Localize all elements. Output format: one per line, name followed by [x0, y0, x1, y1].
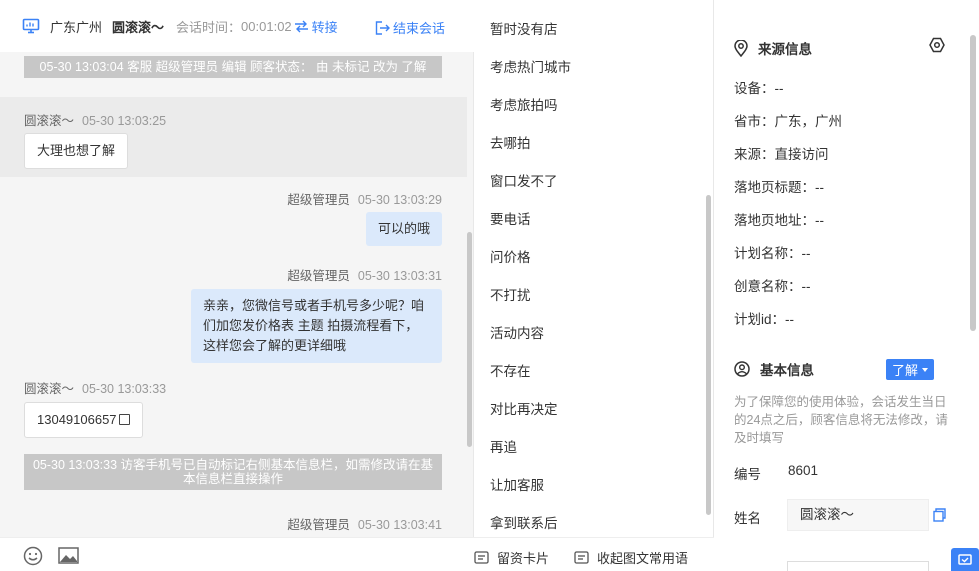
province-city-field: 省市：广东，广州 — [734, 114, 842, 129]
phrase-toolbar: 留资卡片 收起图文常用语 — [474, 537, 714, 571]
message-meta: 超级管理员 05-30 13:03:41 — [287, 514, 442, 533]
phrase-item[interactable]: 窗口发不了 — [490, 163, 571, 201]
message-meta: 超级管理员 05-30 13:03:29 — [287, 189, 442, 208]
basic-info-title: 基本信息 — [734, 359, 814, 379]
phrase-item[interactable]: 要电话 — [490, 201, 571, 239]
copy-icon[interactable] — [118, 414, 130, 425]
phone-number: 13049106657 — [37, 412, 117, 427]
plan-id-field: 计划id：-- — [734, 312, 794, 327]
transfer-button[interactable]: 转接 — [294, 17, 338, 36]
collapse-phrases-label: 收起图文常用语 — [597, 551, 689, 566]
landing-url-field: 落地页地址：-- — [734, 213, 824, 228]
chat-header: 广东广州 圆滚滚～ 会话时间： 00:01:02 转接 结束会话 — [0, 0, 474, 52]
phrase-item[interactable]: 活动内容 — [490, 315, 571, 353]
message-bubble: 大理也想了解 — [24, 133, 129, 169]
phrase-item[interactable]: 再追 — [490, 429, 571, 467]
copy-icon[interactable] — [933, 508, 946, 522]
image-icon[interactable] — [58, 547, 79, 564]
card-icon — [474, 551, 489, 564]
settings-icon[interactable] — [929, 37, 945, 53]
customer-status-label: 了解 — [892, 363, 919, 378]
message-sender: 圆滚滚～ — [24, 382, 75, 396]
message-bubble: 13049106657 — [24, 402, 143, 438]
lead-card-label: 留资卡片 — [497, 551, 550, 566]
message-sender: 超级管理员 — [287, 518, 350, 532]
message-time: 05-30 13:03:25 — [82, 114, 167, 128]
message-sender: 超级管理员 — [287, 193, 350, 207]
end-session-button[interactable]: 结束会话 — [375, 18, 445, 37]
plan-name-field: 计划名称：-- — [734, 246, 811, 261]
customer-status-dropdown[interactable]: 了解 — [886, 359, 935, 380]
phrase-item[interactable]: 考虑旅拍吗 — [490, 87, 571, 125]
message-meta: 超级管理员 05-30 13:03:31 — [287, 265, 442, 284]
name-label: 姓名 — [734, 511, 761, 526]
caret-down-icon — [922, 367, 929, 372]
session-time-label: 会话时间： — [176, 19, 242, 35]
phrase-scrollbar[interactable] — [706, 195, 711, 515]
source-field: 来源：直接访问 — [734, 147, 829, 162]
message-list[interactable]: 05-30 13:03:04 客服 超级管理员 编辑 顾客状态： 由 未标记 改… — [0, 52, 474, 537]
message-time: 05-30 13:03:31 — [357, 269, 442, 283]
landing-title-field: 落地页标题：-- — [734, 180, 824, 195]
visitor-info-panel: 来源信息 设备：-- 省市：广东，广州 来源：直接访问 落地页标题：-- 落地页… — [714, 0, 979, 571]
chat-icon — [958, 554, 972, 565]
message-bubble: 亲亲，您微信号或者手机号多少呢？咱们加您发价格表 主题 拍摄流程看下，这样您会了… — [191, 289, 442, 363]
phrase-item[interactable]: 考虑热门城市 — [490, 49, 571, 87]
phrase-item[interactable]: 去哪拍 — [490, 125, 571, 163]
visitor-location: 广东广州 — [50, 19, 103, 35]
message-icon — [574, 551, 589, 564]
phrase-item[interactable]: 不存在 — [490, 353, 571, 391]
session-time: 00:01:02 — [241, 18, 292, 34]
id-label: 编号 — [734, 467, 761, 482]
incoming-message: 圆滚滚～ 05-30 13:03:25 大理也想了解 — [0, 97, 467, 177]
transfer-label: 转接 — [311, 19, 338, 35]
source-info-title: 来源信息 — [734, 38, 812, 58]
collapse-phrases-button[interactable]: 收起图文常用语 — [574, 548, 688, 567]
chat-panel: 广东广州 圆滚滚～ 会话时间： 00:01:02 转接 结束会话 05-30 1… — [0, 0, 474, 571]
name-input[interactable]: 圆滚滚～ — [787, 499, 929, 531]
message-time: 05-30 13:03:41 — [357, 518, 442, 532]
phrase-item[interactable]: 暂时没有店 — [490, 11, 571, 49]
edit-notice: 为了保障您的使用体验，会话发生当日的24点之后，顾客信息将无法修改，请及时填写 — [734, 395, 948, 445]
floating-chat-button[interactable] — [951, 548, 979, 571]
message-time: 05-30 13:03:29 — [357, 193, 442, 207]
user-icon — [734, 361, 750, 377]
phrase-list: 暂时没有店 考虑热门城市 考虑旅拍吗 去哪拍 窗口发不了 要电话 问价格 不打扰… — [490, 11, 571, 543]
lead-card-button[interactable]: 留资卡片 — [474, 548, 549, 567]
quick-phrases-panel: 暂时没有店 考虑热门城市 考虑旅拍吗 去哪拍 窗口发不了 要电话 问价格 不打扰… — [474, 0, 714, 571]
device-field: 设备：-- — [734, 81, 784, 96]
system-notice: 05-30 13:03:33 访客手机号已自动标记右侧基本信息栏，如需修改请在基… — [24, 454, 442, 490]
creative-name-field: 创意名称：-- — [734, 279, 811, 294]
message-meta: 圆滚滚～ 05-30 13:03:25 — [24, 110, 166, 129]
chat-scrollbar[interactable] — [467, 232, 472, 447]
id-value: 8601 — [788, 463, 819, 478]
visitor-name: 圆滚滚～ — [112, 19, 165, 35]
info-scrollbar[interactable] — [970, 35, 976, 331]
system-notice: 05-30 13:03:04 客服 超级管理员 编辑 顾客状态： 由 未标记 改… — [24, 56, 442, 78]
message-bubble: 可以的哦 — [365, 212, 442, 246]
exit-icon — [375, 20, 390, 35]
message-sender: 超级管理员 — [287, 269, 350, 283]
phrase-item[interactable]: 让加客服 — [490, 467, 571, 505]
location-pin-icon — [734, 39, 748, 57]
transfer-icon — [294, 20, 308, 32]
end-session-label: 结束会话 — [393, 21, 446, 36]
message-meta: 圆滚滚～ 05-30 13:03:33 — [24, 378, 166, 397]
chat-toolbar — [0, 537, 474, 571]
message-time: 05-30 13:03:33 — [82, 382, 167, 396]
message-sender: 圆滚滚～ — [24, 114, 75, 128]
phrase-item[interactable]: 对比再决定 — [490, 391, 571, 429]
next-field-input[interactable] — [787, 561, 929, 571]
emoji-icon[interactable] — [23, 546, 43, 566]
phrase-item[interactable]: 不打扰 — [490, 277, 571, 315]
monitor-icon — [22, 18, 40, 34]
phrase-item[interactable]: 问价格 — [490, 239, 571, 277]
